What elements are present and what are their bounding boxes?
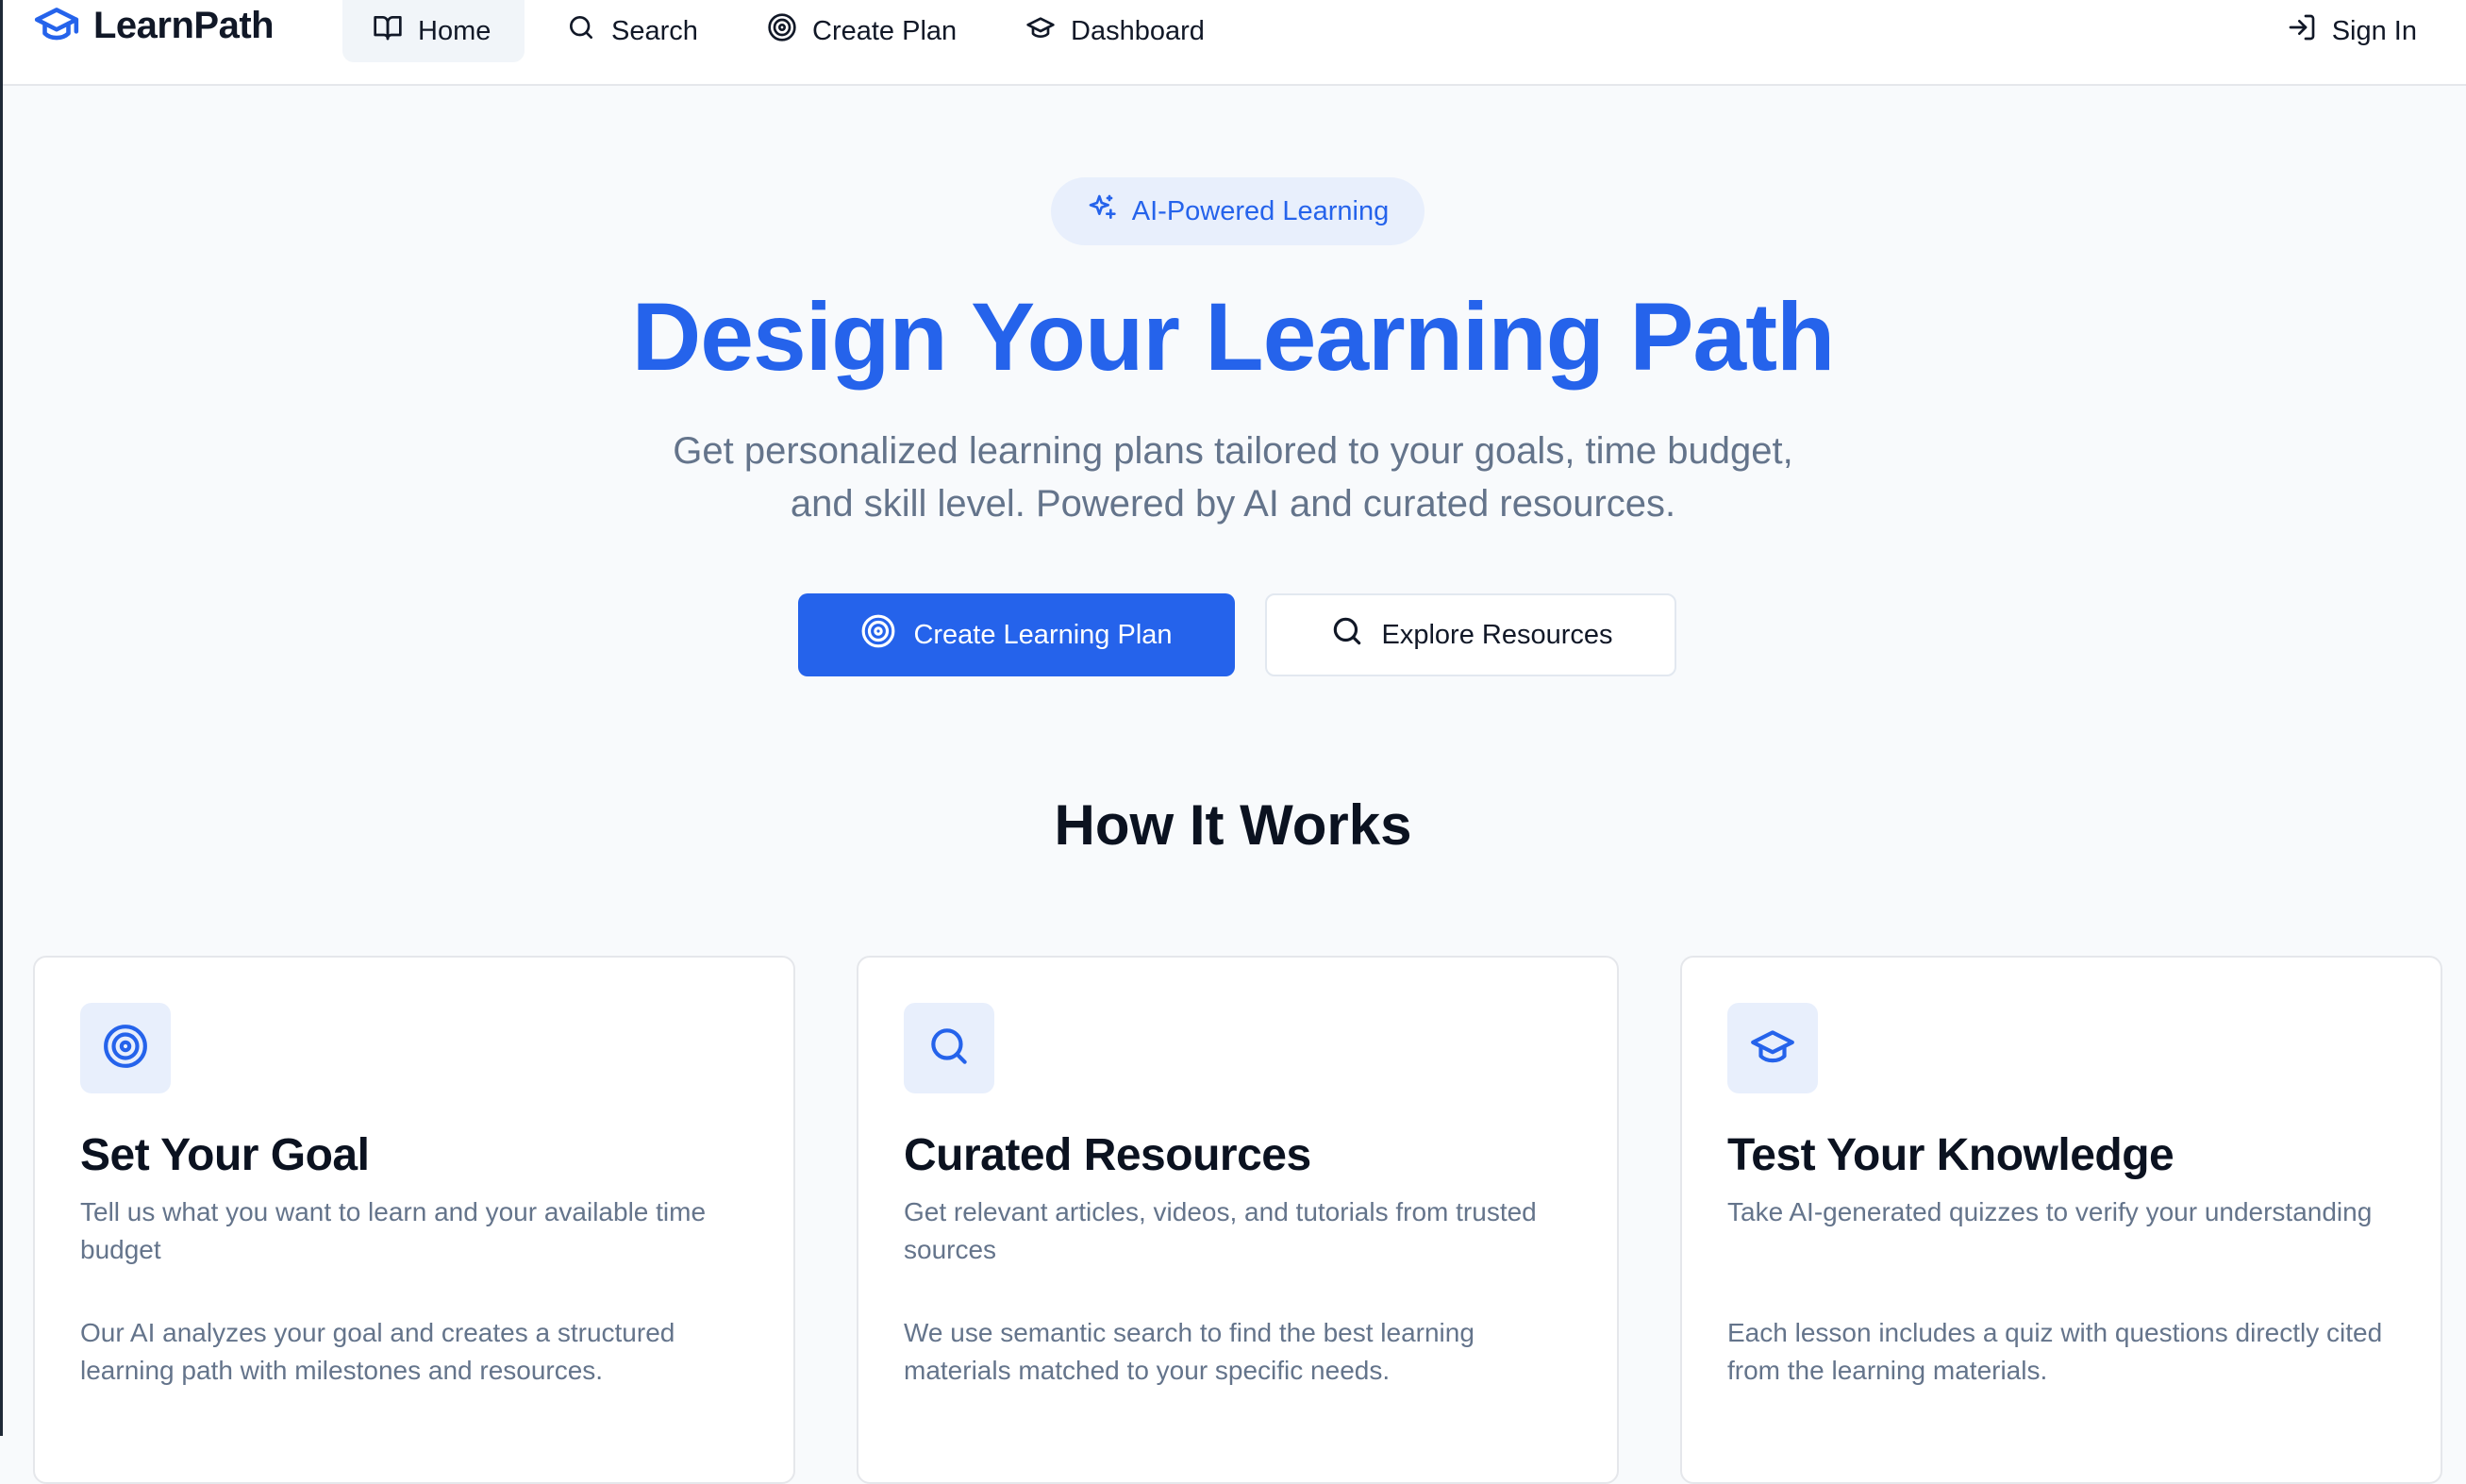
hero-subtitle-line-2: and skill level. Powered by AI and curat… xyxy=(790,483,1676,525)
graduation-cap-icon xyxy=(1025,12,1071,50)
book-open-icon xyxy=(373,12,418,50)
button-label: Create Learning Plan xyxy=(913,619,1173,650)
card-icon-tile xyxy=(80,1003,171,1093)
card-description: Tell us what you want to learn and your … xyxy=(80,1197,707,1264)
how-it-works-heading: How It Works xyxy=(1054,793,1412,857)
feature-card-curated-resources: Curated Resources Get relevant articles,… xyxy=(857,956,1619,1484)
nav-item-label: Search xyxy=(611,15,698,46)
create-learning-plan-button[interactable]: Create Learning Plan xyxy=(798,593,1235,676)
card-icon-tile xyxy=(904,1003,994,1093)
card-icon-tile xyxy=(1727,1003,1818,1093)
button-label: Explore Resources xyxy=(1381,619,1613,650)
card-body: We use semantic search to find the best … xyxy=(904,1318,1475,1385)
log-in-icon xyxy=(2287,12,2332,50)
nav-item-search[interactable]: Search xyxy=(536,0,728,62)
card-description: Take AI-generated quizzes to verify your… xyxy=(1727,1197,2373,1226)
card-body: Our AI analyzes your goal and creates a … xyxy=(80,1318,675,1385)
nav-item-create-plan[interactable]: Create Plan xyxy=(737,0,987,62)
sign-in-button[interactable]: Sign In xyxy=(2257,0,2447,62)
brand-name: LearnPath xyxy=(93,4,275,46)
card-description: Get relevant articles, videos, and tutor… xyxy=(904,1197,1537,1264)
nav-item-home[interactable]: Home xyxy=(342,0,525,62)
target-icon xyxy=(102,1023,149,1075)
search-icon xyxy=(925,1023,973,1075)
sparkles-icon xyxy=(1087,192,1132,230)
card-title: Set Your Goal xyxy=(80,1130,370,1180)
top-navigation-bar: LearnPath Home Search Create Plan Dashbo… xyxy=(3,0,2466,86)
badge-label: AI-Powered Learning xyxy=(1131,195,1390,226)
target-icon xyxy=(860,613,913,657)
card-title: Curated Resources xyxy=(904,1130,1311,1180)
graduation-cap-icon xyxy=(1749,1023,1796,1075)
feature-card-test-your-knowledge: Test Your Knowledge Take AI-generated qu… xyxy=(1680,956,2442,1484)
explore-resources-button[interactable]: Explore Resources xyxy=(1265,593,1676,676)
nav-item-label: Home xyxy=(418,15,492,46)
ai-powered-badge: AI-Powered Learning xyxy=(1051,177,1425,245)
card-body: Each lesson includes a quiz with questio… xyxy=(1727,1318,2383,1385)
window-edge xyxy=(0,0,3,1436)
hero-subtitle-line-1: Get personalized learning plans tailored… xyxy=(673,430,1793,472)
sign-in-label: Sign In xyxy=(2331,15,2417,46)
brand-logo-link[interactable]: LearnPath xyxy=(33,0,275,52)
nav-item-dashboard[interactable]: Dashboard xyxy=(995,0,1235,62)
nav-item-label: Create Plan xyxy=(812,15,958,46)
hero-subtitle: Get personalized learning plans tailored… xyxy=(620,425,1846,530)
feature-card-set-your-goal: Set Your Goal Tell us what you want to l… xyxy=(33,956,795,1484)
graduation-cap-icon xyxy=(33,0,80,52)
card-title: Test Your Knowledge xyxy=(1727,1130,2174,1180)
hero-title: Design Your Learning Path xyxy=(631,283,1836,391)
search-icon xyxy=(566,12,611,50)
nav-item-label: Dashboard xyxy=(1071,15,1205,46)
target-icon xyxy=(767,12,812,50)
search-icon xyxy=(1329,613,1382,657)
